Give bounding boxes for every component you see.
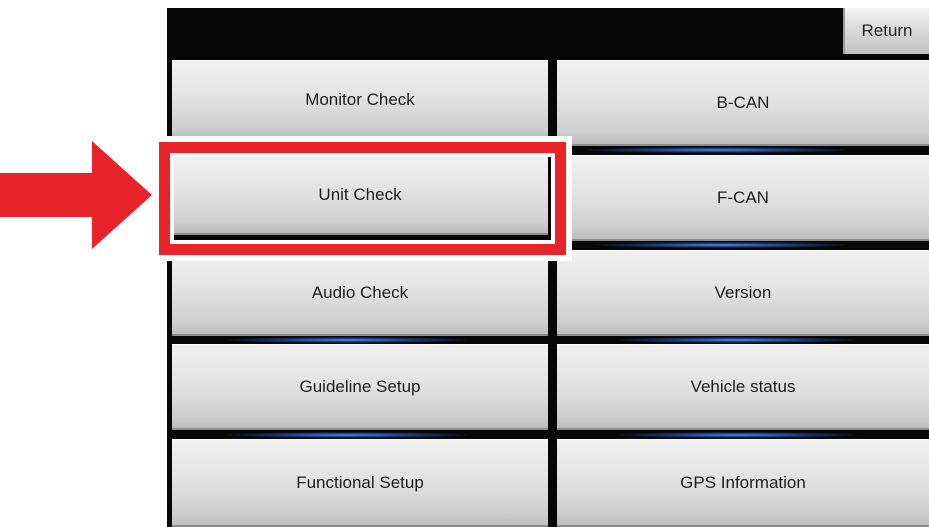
b-can-button[interactable]: B-CAN (557, 60, 929, 146)
return-button[interactable]: Return (843, 8, 929, 54)
separator-glow (617, 432, 857, 438)
separator-glow (227, 337, 467, 343)
functional-setup-button[interactable]: Functional Setup (172, 439, 548, 527)
audio-check-button[interactable]: Audio Check (172, 250, 548, 336)
separator-glow (587, 147, 847, 153)
gps-information-button[interactable]: GPS Information (557, 439, 929, 527)
separator-glow (597, 242, 847, 248)
guideline-setup-button[interactable]: Guideline Setup (172, 344, 548, 430)
arrow-right-icon (0, 141, 152, 249)
vehicle-status-button[interactable]: Vehicle status (557, 344, 929, 430)
separator-glow (227, 432, 467, 438)
version-button[interactable]: Version (557, 250, 929, 336)
highlight-inner-frame (170, 153, 555, 244)
f-can-button[interactable]: F-CAN (557, 155, 929, 241)
diagnostic-menu-screen: Return Monitor Check Unit Check Audio Ch… (167, 8, 929, 527)
separator-glow (617, 337, 857, 343)
monitor-check-button[interactable]: Monitor Check (172, 60, 548, 140)
